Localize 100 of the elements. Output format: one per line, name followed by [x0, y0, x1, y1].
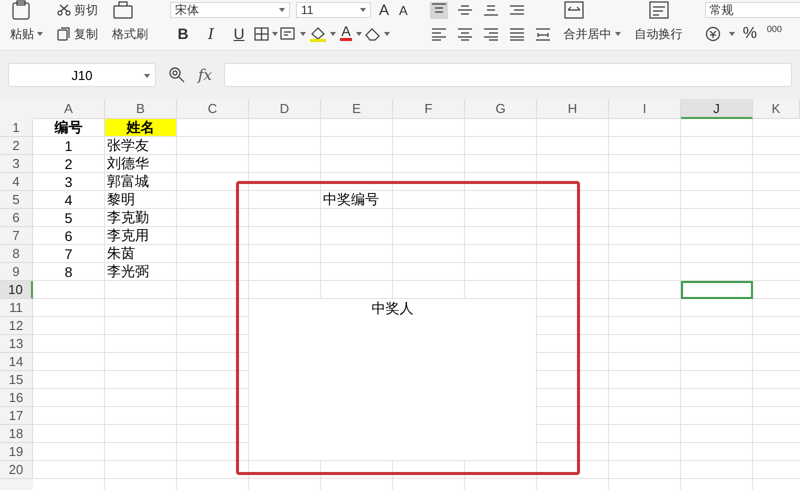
- table-cell: 1: [33, 137, 105, 155]
- column-header[interactable]: G: [465, 99, 537, 119]
- row-header[interactable]: 13: [0, 335, 33, 353]
- percent-button[interactable]: %: [740, 24, 759, 44]
- function-label[interactable]: fx: [198, 66, 212, 84]
- shrink-font-button[interactable]: A: [397, 0, 410, 20]
- eraser-icon[interactable]: [364, 27, 382, 41]
- table-cell: 中奖编号: [321, 191, 393, 209]
- table-cell: 姓名: [105, 119, 177, 137]
- merge-cells-icon[interactable]: [562, 0, 586, 20]
- row-header[interactable]: 5: [0, 191, 33, 209]
- align-middle-icon[interactable]: [456, 3, 474, 17]
- row-header[interactable]: 1: [0, 119, 33, 137]
- row-header[interactable]: 8: [0, 245, 33, 263]
- table-cell: 刘德华: [105, 155, 177, 173]
- row-header[interactable]: 18: [0, 425, 33, 443]
- row-header[interactable]: 9: [0, 263, 33, 281]
- active-cell[interactable]: [681, 281, 753, 299]
- name-box[interactable]: J10: [8, 63, 156, 87]
- table-cell: 6: [33, 227, 105, 245]
- caret-icon[interactable]: [614, 32, 621, 36]
- borders-icon[interactable]: [254, 27, 270, 41]
- italic-button[interactable]: I: [198, 24, 224, 44]
- caret-icon[interactable]: [144, 74, 150, 78]
- align-center-icon[interactable]: [456, 27, 474, 41]
- row-header[interactable]: 19: [0, 443, 33, 461]
- table-cell: 2: [33, 155, 105, 173]
- column-header[interactable]: B: [105, 99, 177, 119]
- caret-icon[interactable]: [330, 32, 336, 36]
- row-header[interactable]: 4: [0, 173, 33, 191]
- paste-button[interactable]: 粘贴: [8, 24, 45, 44]
- row-header[interactable]: 7: [0, 227, 33, 245]
- merged-cell: 中奖人: [249, 299, 537, 461]
- table-cell: 4: [33, 191, 105, 209]
- caret-icon[interactable]: [384, 32, 390, 36]
- wrap-text-icon[interactable]: [646, 0, 671, 20]
- table-cell: 郭富城: [105, 173, 177, 191]
- table-cell: 张学友: [105, 137, 177, 155]
- align-right-icon[interactable]: [482, 27, 500, 41]
- format-painter-button[interactable]: 格式刷: [110, 24, 150, 44]
- row-header[interactable]: 10: [0, 281, 33, 299]
- column-header[interactable]: K: [753, 99, 800, 119]
- font-name-field[interactable]: 宋体: [170, 2, 290, 18]
- cut-button[interactable]: 剪切: [55, 0, 100, 20]
- align-top-icon[interactable]: [430, 2, 448, 16]
- align-bottom-icon[interactable]: [482, 3, 500, 17]
- row-header[interactable]: 6: [0, 209, 33, 227]
- align-left-icon[interactable]: [430, 27, 448, 41]
- table-cell: 5: [33, 209, 105, 227]
- caret-icon[interactable]: [37, 32, 43, 36]
- table-cell: 朱茵: [105, 245, 177, 263]
- indent-icon[interactable]: [508, 3, 526, 17]
- thousands-button[interactable]: 000: [764, 24, 784, 44]
- row-header[interactable]: 11: [0, 299, 33, 317]
- table-cell: 李光弼: [105, 263, 177, 281]
- table-cell: 黎明: [105, 191, 177, 209]
- table-cell: 李克用: [105, 227, 177, 245]
- currency-icon[interactable]: [704, 26, 723, 42]
- table-cell: 李克勤: [105, 209, 177, 227]
- scissors-icon: [57, 4, 71, 16]
- column-header[interactable]: A: [33, 99, 105, 119]
- distribute-icon[interactable]: [534, 27, 552, 41]
- caret-icon[interactable]: [360, 8, 366, 12]
- wrap-text-button[interactable]: 自动换行: [632, 24, 685, 44]
- row-header[interactable]: 2: [0, 137, 33, 155]
- table-cell: 8: [33, 263, 105, 281]
- column-header[interactable]: I: [609, 99, 681, 119]
- column-header[interactable]: H: [537, 99, 609, 119]
- formula-field[interactable]: [224, 63, 792, 87]
- zoom-icon[interactable]: [168, 66, 186, 84]
- underline-button[interactable]: U: [226, 24, 252, 44]
- caret-icon[interactable]: [356, 32, 362, 36]
- row-header[interactable]: 3: [0, 155, 33, 173]
- caret-icon[interactable]: [728, 32, 735, 36]
- column-header[interactable]: J: [681, 99, 753, 119]
- table-cell: 3: [33, 173, 105, 191]
- column-header[interactable]: F: [393, 99, 465, 119]
- row-header[interactable]: 20: [0, 461, 33, 479]
- row-header[interactable]: 12: [0, 317, 33, 335]
- row-header[interactable]: 15: [0, 371, 33, 389]
- fill-bucket-icon[interactable]: [308, 26, 328, 42]
- table-cell: 7: [33, 245, 105, 263]
- copy-icon: [57, 27, 71, 41]
- justify-icon[interactable]: [508, 27, 526, 41]
- row-header[interactable]: 14: [0, 353, 33, 371]
- font-color-button[interactable]: A: [338, 24, 354, 44]
- row-header[interactable]: 16: [0, 389, 33, 407]
- column-header[interactable]: C: [177, 99, 249, 119]
- number-format-field[interactable]: 常规: [704, 2, 800, 18]
- caret-icon[interactable]: [272, 32, 278, 36]
- bold-button[interactable]: B: [170, 24, 196, 44]
- caret-icon[interactable]: [300, 32, 306, 36]
- font-size-field[interactable]: 11: [296, 2, 371, 18]
- caret-icon[interactable]: [279, 8, 285, 12]
- copy-button[interactable]: 复制: [55, 24, 100, 44]
- row-header[interactable]: 17: [0, 407, 33, 425]
- grow-font-button[interactable]: A: [377, 0, 392, 20]
- column-header[interactable]: E: [321, 99, 393, 119]
- column-header[interactable]: D: [249, 99, 321, 119]
- merge-center-button[interactable]: 合并居中: [562, 24, 623, 44]
